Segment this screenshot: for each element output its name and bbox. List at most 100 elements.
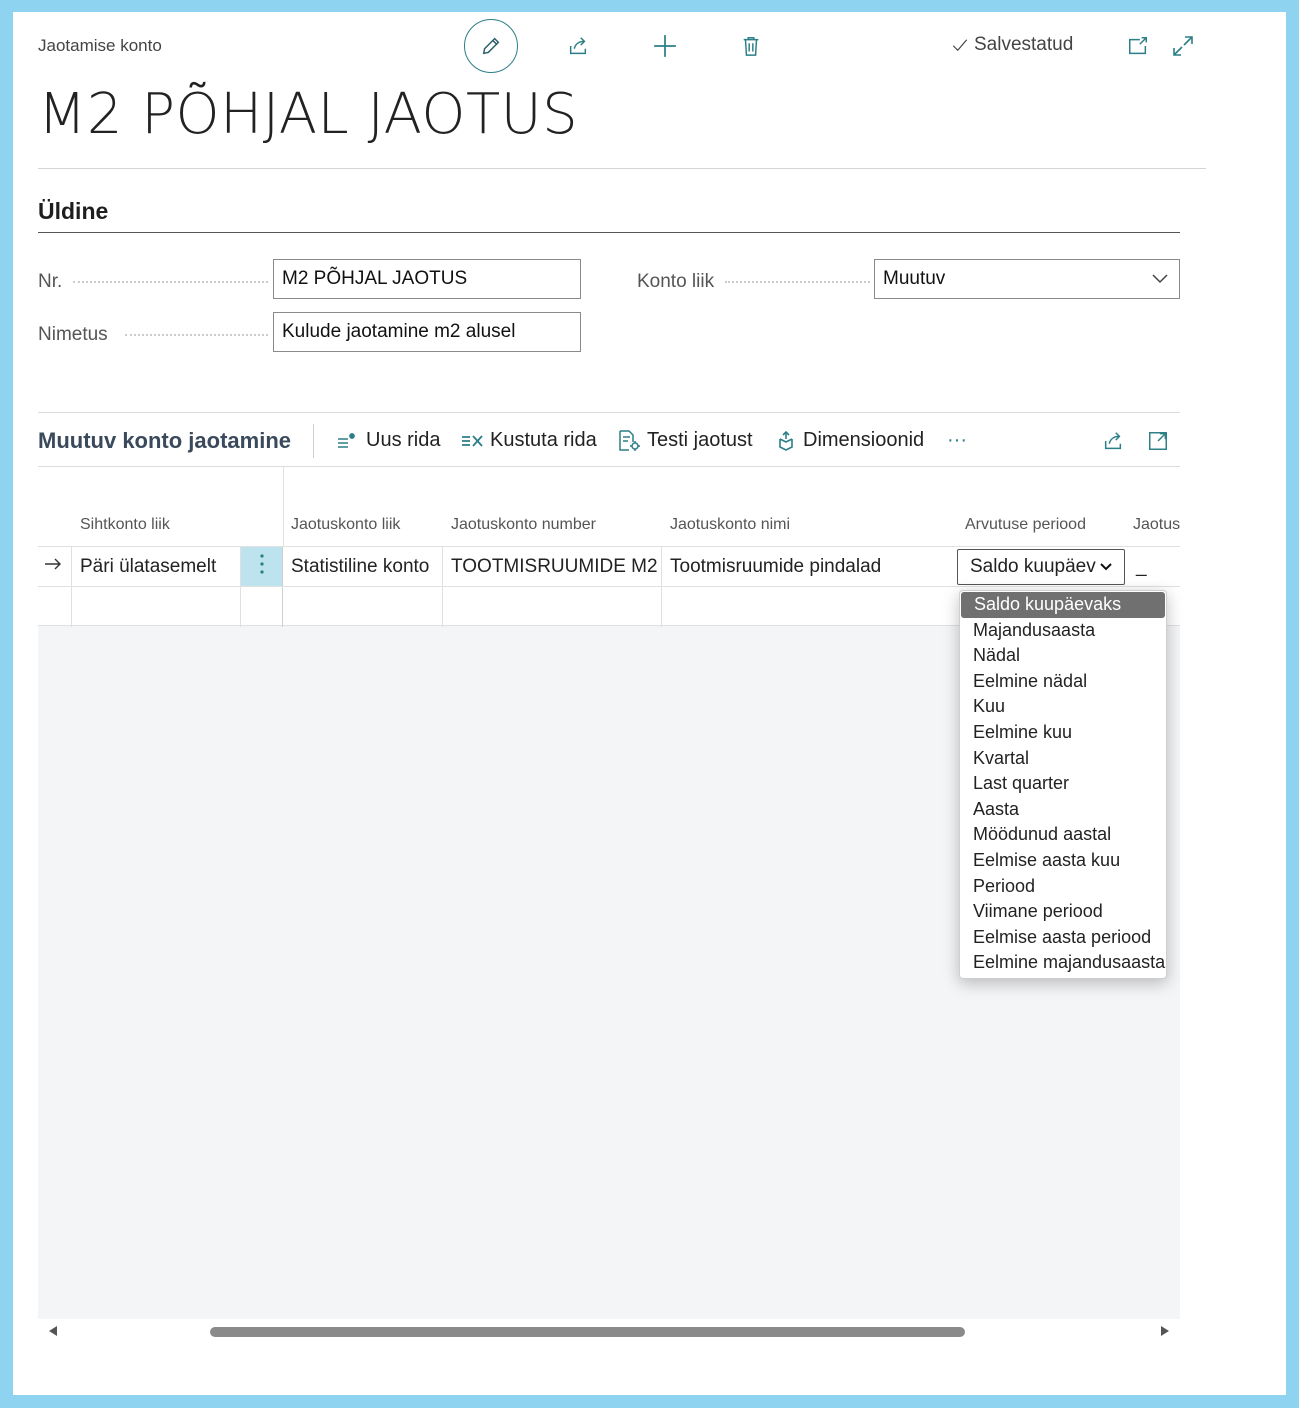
open-new-window-button[interactable] — [1123, 31, 1153, 61]
row-menu-button[interactable] — [241, 547, 283, 587]
edit-button[interactable] — [464, 19, 518, 73]
scroll-right-button[interactable] — [1158, 1324, 1172, 1338]
dropdown-option[interactable]: Eelmine nädal — [960, 669, 1166, 695]
delete-button[interactable] — [736, 31, 766, 61]
test-allocation-label: Testi jaotust — [647, 429, 753, 451]
cell-alloc-type[interactable]: Statistiline konto — [283, 547, 443, 587]
more-vertical-icon — [259, 554, 264, 574]
section-title-general[interactable]: Üldine — [38, 198, 108, 225]
test-allocation-action[interactable]: Testi jaotust — [617, 429, 753, 452]
column-header-calc-period[interactable]: Arvutuse periood — [965, 516, 1086, 534]
period-select[interactable]: Saldo kuupäev — [957, 549, 1125, 585]
horizontal-scrollbar[interactable] — [38, 1319, 1180, 1345]
dropdown-option[interactable]: Eelmine majandusaasta — [960, 950, 1166, 976]
chevron-down-icon — [1152, 274, 1168, 284]
open-in-new-window-icon — [1129, 37, 1147, 55]
nr-field[interactable]: M2 PÕHJAL JAOTUS — [273, 259, 581, 299]
nr-label: Nr. — [38, 271, 63, 292]
grid-header: Sihtkonto liik Jaotuskonto liik Jaotusko… — [38, 467, 1180, 546]
scroll-thumb[interactable] — [210, 1327, 965, 1337]
column-header-alloc-type[interactable]: Jaotuskonto liik — [291, 516, 400, 534]
dimensions-action[interactable]: Dimensioonid — [775, 429, 924, 452]
account-type-label: Konto liik — [637, 271, 715, 292]
delete-line-label: Kustuta rida — [490, 429, 597, 451]
chevron-down-icon — [1100, 563, 1112, 571]
saved-status: Salvestatud — [950, 34, 1073, 56]
triangle-left-icon — [49, 1326, 57, 1336]
account-type-value: Muutuv — [883, 268, 946, 289]
part-title-separator — [313, 424, 314, 458]
row-indicator-empty — [38, 587, 72, 627]
more-actions-label: ··· — [947, 429, 967, 451]
dropdown-option[interactable]: Saldo kuupäevaks — [961, 592, 1165, 618]
dropdown-option[interactable]: Aasta — [960, 797, 1166, 823]
period-dropdown-list: Saldo kuupäevaks Majandusaasta Nädal Eelmin… — [959, 590, 1167, 979]
name-field[interactable]: Kulude jaotamine m2 alusel — [273, 312, 581, 352]
share-icon — [1104, 432, 1122, 450]
trash-icon — [743, 37, 759, 56]
dropdown-option[interactable]: Viimane periood — [960, 899, 1166, 925]
dropdown-option[interactable]: Eelmine kuu — [960, 720, 1166, 746]
cell-alloc-number-empty[interactable] — [443, 587, 662, 627]
dropdown-option[interactable]: Kuu — [960, 694, 1166, 720]
share-icon — [569, 37, 587, 55]
scroll-left-button[interactable] — [46, 1324, 60, 1338]
lines-part-title[interactable]: Muutuv konto jaotamine — [38, 428, 291, 454]
triangle-right-icon — [1161, 1326, 1169, 1336]
dropdown-option[interactable]: Majandusaasta — [960, 618, 1166, 644]
cell-alloc-number[interactable]: TOOTMISRUUMIDE M2 — [443, 547, 662, 587]
test-document-icon — [619, 429, 640, 451]
row-indicator — [38, 547, 72, 587]
table-row[interactable]: Päri ülatasemelt Statistiline konto TOOT… — [38, 546, 1180, 587]
dropdown-option[interactable]: Periood — [960, 874, 1166, 900]
delete-line-icon — [462, 434, 483, 447]
page: Jaotamise konto Salvestatud M2 PÕHJAL JA… — [13, 12, 1286, 1395]
dropdown-option[interactable]: Last quarter — [960, 771, 1166, 797]
column-header-alloc-name[interactable]: Jaotuskonto nimi — [670, 516, 790, 534]
page-caption: Jaotamise konto — [38, 36, 162, 55]
plus-icon — [654, 35, 676, 57]
period-select-value: Saldo kuupäev — [970, 556, 1096, 577]
pencil-icon — [482, 37, 500, 55]
dropdown-option[interactable]: Kvartal — [960, 746, 1166, 772]
column-header-alloc-number[interactable]: Jaotuskonto number — [451, 516, 596, 534]
new-line-label: Uus rida — [366, 429, 441, 451]
dropdown-option[interactable]: Möödunud aastal — [960, 822, 1166, 848]
expand-part-icon — [1149, 432, 1167, 450]
share-part-button[interactable] — [1098, 426, 1128, 456]
cell-alloc-type-empty[interactable] — [283, 587, 443, 627]
dimensions-label: Dimensioonid — [803, 429, 925, 451]
cell-share[interactable]: _ — [1128, 547, 1180, 587]
name-label: Nimetus — [38, 324, 108, 345]
title-divider — [38, 168, 1206, 169]
cell-target-type[interactable]: Päri ülatasemelt — [72, 547, 241, 587]
top-bar: Jaotamise konto Salvestatud — [38, 19, 1286, 74]
share-button[interactable] — [563, 31, 593, 61]
arrow-right-icon — [45, 558, 61, 570]
expand-button[interactable] — [1168, 31, 1198, 61]
section-divider — [38, 232, 1180, 233]
dropdown-option[interactable]: Eelmise aasta periood — [960, 925, 1166, 951]
new-line-icon — [338, 432, 355, 448]
account-type-select[interactable]: Muutuv — [874, 259, 1180, 299]
nr-dots — [73, 281, 268, 283]
saved-label: Salvestatud — [974, 34, 1074, 55]
checkmark-icon — [952, 39, 968, 52]
cell-menu-empty[interactable] — [241, 587, 283, 627]
part-top-divider — [38, 412, 1180, 413]
cell-alloc-name[interactable]: Tootmisruumide pindalad — [662, 547, 957, 587]
account-type-dots — [725, 281, 870, 283]
more-actions-button[interactable]: ··· — [947, 429, 967, 452]
column-header-share[interactable]: Jaotus — [1133, 516, 1180, 534]
delete-line-action[interactable]: Kustuta rida — [460, 429, 597, 452]
grid-header-divider — [283, 467, 284, 546]
column-header-target-type[interactable]: Sihtkonto liik — [80, 516, 170, 534]
cell-target-type-empty[interactable] — [72, 587, 241, 627]
new-line-action[interactable]: Uus rida — [336, 429, 440, 452]
dropdown-option[interactable]: Eelmise aasta kuu — [960, 848, 1166, 874]
dimensions-icon — [779, 430, 793, 451]
expand-part-button[interactable] — [1143, 426, 1173, 456]
expand-icon — [1173, 36, 1193, 56]
new-button[interactable] — [650, 31, 680, 61]
dropdown-option[interactable]: Nädal — [960, 643, 1166, 669]
